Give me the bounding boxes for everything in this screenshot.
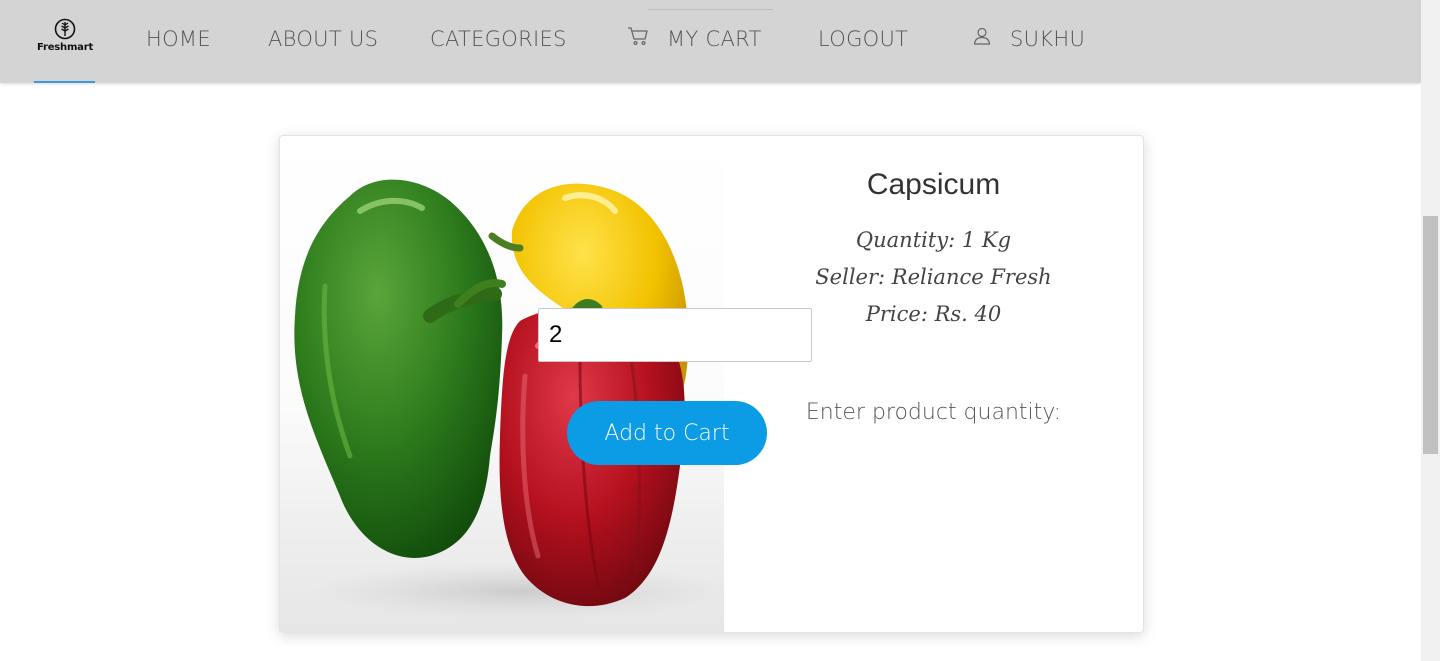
product-seller: Seller: Reliance Fresh [815,265,1052,289]
product-info: Capsicum Quantity: 1 Kg Seller: Reliance… [724,136,1143,632]
nav-user-account[interactable]: SUKHU [972,27,1085,53]
page-scrollbar-thumb[interactable] [1423,216,1438,454]
wheat-logo-icon [54,18,76,40]
nav-categories[interactable]: CATEGORIES [430,27,567,51]
product-title: Capsicum [866,168,1001,201]
brand-name: Freshmart [36,42,94,53]
brand-logo[interactable]: Freshmart [34,18,96,64]
nav-my-cart-label: MY CART [667,27,762,51]
nav-home[interactable]: HOME [146,27,211,51]
product-image [280,136,730,632]
user-icon [972,26,992,51]
bell-peppers-illustration [294,179,730,619]
cart-divider [648,9,773,10]
quantity-label: Enter product quantity: [805,400,1062,425]
active-nav-indicator [34,81,95,83]
nav-user-name: SUKHU [1010,27,1086,51]
product-quantity: Quantity: 1 Kg [855,228,1012,252]
nav-logout[interactable]: LOGOUT [818,27,908,51]
navbar: Freshmart HOME ABOUT US CATEGORIES MY CA… [0,0,1421,83]
product-card: Capsicum Quantity: 1 Kg Seller: Reliance… [279,135,1144,633]
nav-about-us[interactable]: ABOUT US [268,27,378,51]
quantity-input[interactable] [538,308,812,362]
nav-my-cart[interactable]: MY CART [627,26,762,53]
add-to-cart-button[interactable]: Add to Cart [567,401,767,465]
cart-icon [627,26,649,51]
